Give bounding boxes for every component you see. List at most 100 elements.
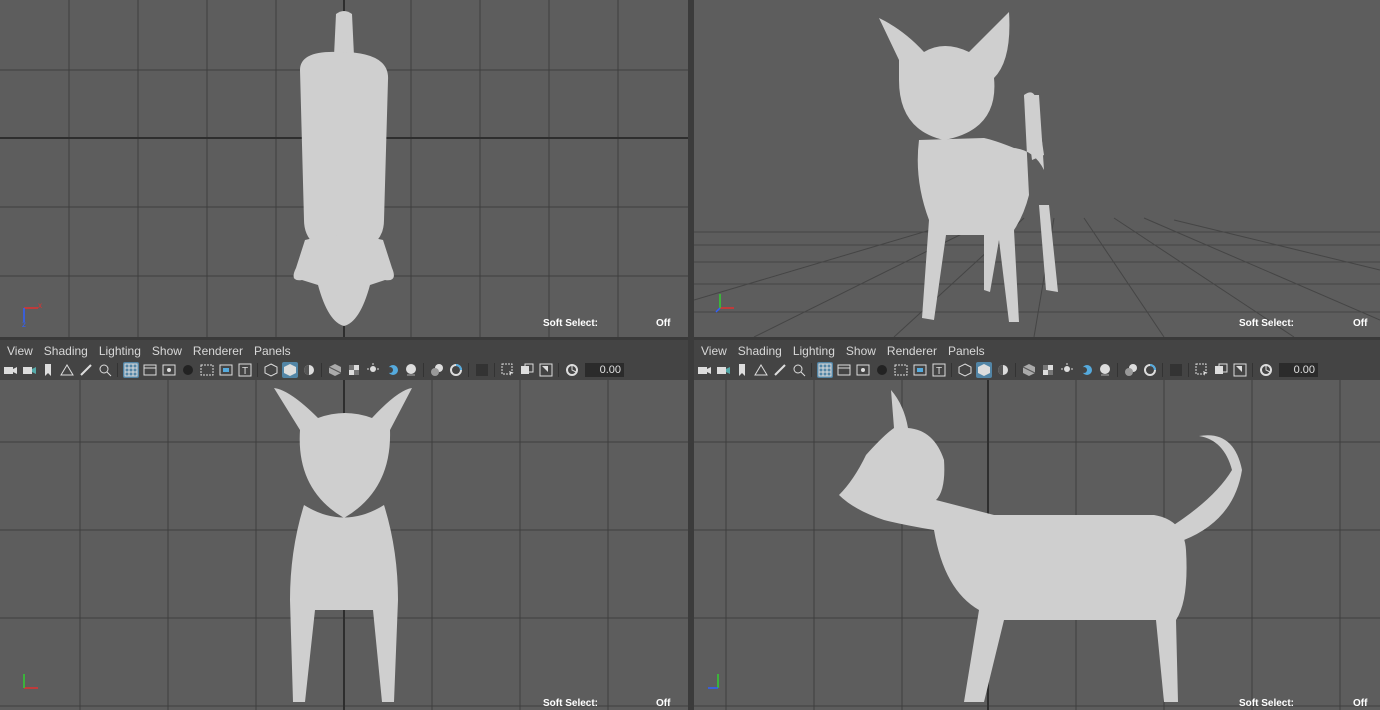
xray-joints-icon[interactable] xyxy=(538,362,554,378)
grease-pencil-icon[interactable] xyxy=(772,362,788,378)
isolate-select-icon[interactable] xyxy=(474,362,490,378)
anti-aliasing-icon[interactable] xyxy=(429,362,445,378)
panel-toolbar-left: T 0.00 xyxy=(0,360,688,380)
wireframe-icon[interactable] xyxy=(263,362,279,378)
image-plane-icon[interactable] xyxy=(59,362,75,378)
depth-of-field-icon[interactable] xyxy=(1142,362,1158,378)
xray-icon[interactable] xyxy=(500,362,516,378)
soft-select-label: Soft Select: xyxy=(1239,318,1295,329)
soft-select-value: Off xyxy=(656,698,671,709)
wireframe-icon[interactable] xyxy=(957,362,973,378)
exposure-icon[interactable] xyxy=(564,362,580,378)
menu-view[interactable]: View xyxy=(701,344,727,358)
exposure-field[interactable]: 0.00 xyxy=(585,363,624,377)
shadows-icon[interactable] xyxy=(1059,362,1075,378)
bookmark-icon[interactable] xyxy=(734,362,750,378)
toolbar-separator xyxy=(468,363,469,377)
safe-title-icon[interactable]: T xyxy=(237,362,253,378)
toolbar-separator xyxy=(494,363,495,377)
menu-shading[interactable]: Shading xyxy=(44,344,88,358)
motion-blur-icon[interactable] xyxy=(1097,362,1113,378)
shadows-icon[interactable] xyxy=(365,362,381,378)
axis-indicator xyxy=(712,288,742,318)
toolbar-separator xyxy=(321,363,322,377)
toolbar-separator xyxy=(1252,363,1253,377)
smooth-shade-icon[interactable] xyxy=(281,362,298,378)
panel-splitter[interactable] xyxy=(688,0,694,710)
default-material-icon[interactable] xyxy=(995,362,1011,378)
textured-icon[interactable] xyxy=(327,362,343,378)
smooth-shade-icon[interactable] xyxy=(975,362,992,378)
panel-menubar-right: View Shading Lighting Show Renderer Pane… xyxy=(694,340,1380,362)
viewport-front[interactable]: Soft Select: Off xyxy=(0,380,688,710)
anti-aliasing-icon[interactable] xyxy=(1123,362,1139,378)
panel-menubar-left: View Shading Lighting Show Renderer Pane… xyxy=(0,340,688,362)
isolate-select-icon[interactable] xyxy=(1168,362,1184,378)
xray-active-components-icon[interactable] xyxy=(1213,362,1229,378)
gate-mask-icon[interactable] xyxy=(874,362,890,378)
dog-model-side[interactable] xyxy=(839,390,1242,702)
grid-side xyxy=(694,380,1380,710)
axis-z-label: z xyxy=(22,320,26,329)
menu-lighting[interactable]: Lighting xyxy=(793,344,835,358)
menu-renderer[interactable]: Renderer xyxy=(887,344,937,358)
dog-model-persp[interactable] xyxy=(879,12,1058,322)
menu-view[interactable]: View xyxy=(7,344,33,358)
two-d-pan-zoom-icon[interactable] xyxy=(97,362,113,378)
viewport-top[interactable]: x z Soft Select: Off xyxy=(0,0,688,337)
axis-x-label: x xyxy=(38,301,42,310)
safe-action-icon[interactable] xyxy=(218,362,234,378)
ambient-occlusion-icon[interactable] xyxy=(384,362,400,378)
grid-icon[interactable] xyxy=(122,362,139,378)
grid-icon[interactable] xyxy=(816,362,833,378)
field-chart-icon[interactable] xyxy=(893,362,909,378)
exposure-field[interactable]: 0.00 xyxy=(1279,363,1318,377)
soft-select-label: Soft Select: xyxy=(543,698,599,709)
resolution-gate-icon[interactable] xyxy=(161,362,177,378)
menu-renderer[interactable]: Renderer xyxy=(193,344,243,358)
menu-show[interactable]: Show xyxy=(152,344,182,358)
soft-select-label: Soft Select: xyxy=(543,318,599,329)
xray-joints-icon[interactable] xyxy=(1232,362,1248,378)
axis-indicator xyxy=(702,668,732,698)
gate-mask-icon[interactable] xyxy=(180,362,196,378)
grease-pencil-icon[interactable] xyxy=(78,362,94,378)
menu-panels[interactable]: Panels xyxy=(254,344,291,358)
use-all-lights-icon[interactable] xyxy=(1040,362,1056,378)
camera-icon[interactable] xyxy=(696,362,712,378)
textured-icon[interactable] xyxy=(1021,362,1037,378)
safe-action-icon[interactable] xyxy=(912,362,928,378)
resolution-gate-icon[interactable] xyxy=(855,362,871,378)
menu-show[interactable]: Show xyxy=(846,344,876,358)
camera-icon[interactable] xyxy=(2,362,18,378)
default-material-icon[interactable] xyxy=(301,362,317,378)
field-chart-icon[interactable] xyxy=(199,362,215,378)
camera-attributes-icon[interactable] xyxy=(21,362,37,378)
depth-of-field-icon[interactable] xyxy=(448,362,464,378)
viewport-persp[interactable]: Soft Select: Off xyxy=(694,0,1380,337)
svg-text:T: T xyxy=(936,366,942,377)
grid-top xyxy=(0,0,688,337)
camera-attributes-icon[interactable] xyxy=(715,362,731,378)
toolbar-separator xyxy=(951,363,952,377)
bookmark-icon[interactable] xyxy=(40,362,56,378)
image-plane-icon[interactable] xyxy=(753,362,769,378)
film-gate-icon[interactable] xyxy=(836,362,852,378)
xray-icon[interactable] xyxy=(1194,362,1210,378)
menu-panels[interactable]: Panels xyxy=(948,344,985,358)
two-d-pan-zoom-icon[interactable] xyxy=(791,362,807,378)
safe-title-icon[interactable]: T xyxy=(931,362,947,378)
toolbar-separator xyxy=(117,363,118,377)
menu-lighting[interactable]: Lighting xyxy=(99,344,141,358)
ambient-occlusion-icon[interactable] xyxy=(1078,362,1094,378)
exposure-icon[interactable] xyxy=(1258,362,1274,378)
xray-active-components-icon[interactable] xyxy=(519,362,535,378)
soft-select-value: Off xyxy=(1353,318,1368,329)
menu-shading[interactable]: Shading xyxy=(738,344,782,358)
motion-blur-icon[interactable] xyxy=(403,362,419,378)
use-all-lights-icon[interactable] xyxy=(346,362,362,378)
viewport-side[interactable]: Soft Select: Off xyxy=(694,380,1380,710)
svg-text:T: T xyxy=(242,366,248,377)
film-gate-icon[interactable] xyxy=(142,362,158,378)
dog-model-top[interactable] xyxy=(293,11,394,326)
